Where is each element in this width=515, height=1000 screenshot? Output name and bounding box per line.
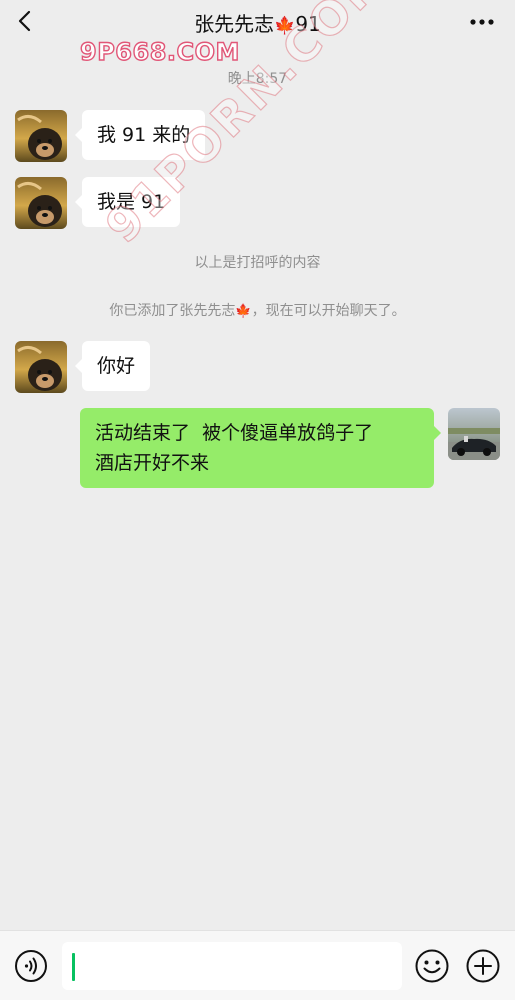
voice-button[interactable] [14,949,48,983]
message-input[interactable] [62,942,402,990]
voice-icon [15,950,47,982]
message-text: 我 91 来的 [97,124,191,146]
avatar-image [448,408,500,460]
message-bubble-received[interactable]: 我 91 来的 [74,110,206,160]
message-bubble-received[interactable]: 我是 91 [74,177,181,227]
input-bar [0,930,515,1000]
avatar-image [15,110,67,162]
message-text: 我是 91 [97,191,166,213]
message-text-line: 酒店开好不来 [95,452,210,474]
emoji-button[interactable] [414,948,450,984]
message-bubble-received[interactable]: 你好 [74,341,151,391]
watermark-top: 9P668.COM [79,37,240,66]
contact-avatar[interactable] [15,341,67,393]
more-icon [470,19,494,25]
added-notice-prefix: 你已添加了张先先志 [109,303,236,319]
added-notice-suffix: ，现在可以开始聊天了。 [251,303,406,319]
chat-screen: 张先先志🍁91 9P668.COM 晚上8:57 我 91 来的 我是 91 9… [0,0,515,1000]
contact-avatar[interactable] [15,177,67,229]
text-caret [72,953,75,981]
avatar-image [15,341,67,393]
contact-name: 张先先志 [194,12,275,36]
chat-timestamp: 晚上8:57 [227,71,288,87]
avatar-image [15,177,67,229]
self-avatar[interactable] [448,408,500,460]
emoji-icon [415,949,449,983]
maple-leaf-icon: 🍁 [274,16,296,36]
contact-avatar[interactable] [15,110,67,162]
plus-icon [466,949,500,983]
chat-header: 张先先志🍁91 [0,0,515,44]
chat-title: 张先先志🍁91 [0,8,515,37]
more-button[interactable] [467,10,497,34]
added-notice: 你已添加了张先先志🍁，现在可以开始聊天了。 [0,300,515,320]
message-text: 你好 [97,355,136,377]
message-bubble-sent[interactable]: 活动结束了 被个傻逼单放鸽子了 酒店开好不来 [80,408,441,488]
message-text-line: 活动结束了 被个傻逼单放鸽子了 [95,422,374,444]
back-arrow-icon [18,10,31,32]
contact-name-suffix: 91 [295,12,321,36]
back-button[interactable] [10,6,40,36]
more-actions-button[interactable] [465,948,501,984]
maple-leaf-icon: 🍁 [235,304,252,319]
greeting-note: 以上是打招呼的内容 [194,255,321,271]
